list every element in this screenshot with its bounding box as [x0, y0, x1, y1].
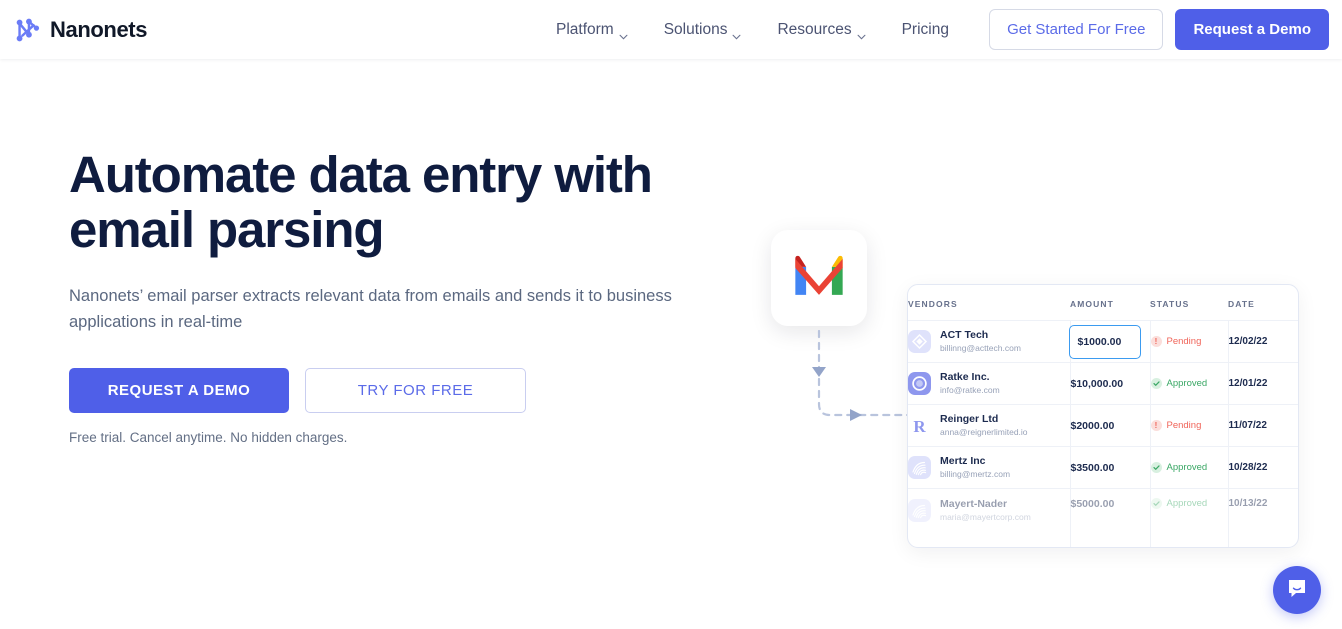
status-cell: ! Pending [1150, 320, 1229, 363]
nav-item-label: Resources [777, 20, 852, 38]
amount-active-field[interactable]: $1000.00 [1068, 324, 1141, 359]
vendor-email: anna@reignerlimited.io [940, 427, 1028, 437]
hero-section: Automate data entry with email parsing N… [0, 59, 1342, 629]
vendor-cell: ACT Tech billinng@acttech.com [908, 320, 1071, 363]
table-row[interactable]: R Reinger Ltd anna@reignerlimited.io $20… [908, 404, 1298, 447]
request-demo-button[interactable]: REQUEST A DEMO [69, 368, 289, 413]
column-header-date: DATE [1228, 299, 1255, 309]
status-label: Approved [1166, 462, 1208, 473]
vendors-table-card: VENDORS AMOUNT STATUS DATE ACT Tech bill… [907, 284, 1299, 548]
check-icon [1150, 498, 1162, 509]
intercom-chat-bubble-icon [1285, 576, 1309, 605]
site-header: Nanonets Platform Solutions Resources Pr… [0, 0, 1342, 59]
date-cell: 12/02/22 [1228, 320, 1298, 363]
amount-cell[interactable]: $10,000.00 [1070, 362, 1151, 405]
column-header-amount: AMOUNT [1070, 299, 1114, 309]
vendor-cell: Ratke Inc. info@ratke.com [908, 362, 1071, 405]
amount-value: $1000.00 [1077, 335, 1122, 348]
status-label: Approved [1166, 378, 1208, 389]
header-actions: Get Started For Free Request a Demo [989, 9, 1329, 50]
request-demo-header-button[interactable]: Request a Demo [1175, 9, 1329, 50]
nav-item-label: Platform [556, 20, 614, 38]
chevron-down-icon [732, 27, 741, 40]
nanonets-network-logo-icon [13, 15, 43, 45]
status-label: Pending [1166, 336, 1202, 347]
try-for-free-button[interactable]: TRY FOR FREE [305, 368, 526, 413]
mayert-fingerprint-avatar-icon [908, 499, 931, 522]
reinger-letter-r-avatar-icon: R [908, 414, 931, 437]
gmail-icon [791, 254, 847, 302]
vendor-email: maria@mayertcorp.com [940, 512, 1031, 522]
table-row[interactable]: Mertz Inc billing@mertz.com $3500.00 App… [908, 446, 1298, 489]
table-row[interactable]: Ratke Inc. info@ratke.com $10,000.00 App… [908, 362, 1298, 405]
ratke-ring-avatar-icon [908, 372, 931, 395]
mertz-fingerprint-avatar-icon [908, 456, 931, 479]
page-title: Automate data entry with email parsing [69, 147, 729, 257]
date-cell: 11/07/22 [1228, 404, 1298, 447]
alert-icon: ! [1150, 336, 1162, 347]
vendor-name: ACT Tech [940, 329, 989, 341]
vendor-name: Mayert-Nader [940, 498, 1008, 510]
vendor-email: billing@mertz.com [940, 469, 1011, 479]
hero-copy: Automate data entry with email parsing N… [69, 147, 729, 445]
status-cell: ! Pending [1150, 404, 1229, 447]
date-cell: 12/01/22 [1228, 362, 1298, 405]
chat-widget-button[interactable] [1273, 566, 1321, 614]
get-started-button[interactable]: Get Started For Free [989, 9, 1164, 50]
table-row[interactable]: Mayert-Nader maria@mayertcorp.com $5000.… [908, 488, 1298, 547]
primary-nav: Platform Solutions Resources Pricing [556, 20, 949, 40]
amount-cell[interactable]: $2000.00 [1070, 404, 1151, 447]
status-cell: Approved [1150, 488, 1229, 547]
amount-cell[interactable]: $3500.00 [1070, 446, 1151, 489]
vendors-table: VENDORS AMOUNT STATUS DATE ACT Tech bill… [908, 285, 1298, 547]
amount-cell[interactable]: $5000.00 [1070, 488, 1151, 547]
nav-item-platform[interactable]: Platform [556, 20, 628, 40]
vendor-cell: R Reinger Ltd anna@reignerlimited.io [908, 404, 1071, 447]
status-badge: Approved [1150, 378, 1228, 389]
chevron-down-icon [619, 27, 628, 40]
table-header-row: VENDORS AMOUNT STATUS DATE [908, 285, 1298, 321]
amount-cell[interactable]: $1000.00 [1068, 320, 1151, 363]
brand-logo[interactable]: Nanonets [13, 15, 147, 45]
status-label: Pending [1166, 420, 1202, 431]
vendor-email: info@ratke.com [940, 385, 1000, 395]
vendor-cell: Mertz Inc billing@mertz.com [908, 446, 1071, 489]
act-tech-diamond-avatar-icon [908, 330, 931, 353]
nav-item-pricing[interactable]: Pricing [902, 21, 949, 39]
hero-note: Free trial. Cancel anytime. No hidden ch… [69, 430, 348, 445]
hero-title-line-1: Automate data entry with [69, 146, 653, 203]
hero-title-line-2: email parsing [69, 201, 385, 258]
alert-icon: ! [1150, 420, 1162, 431]
date-cell: 10/13/22 [1228, 488, 1298, 547]
status-cell: Approved [1150, 446, 1229, 489]
brand-name: Nanonets [50, 16, 148, 42]
nav-item-label: Pricing [901, 20, 949, 38]
vendor-name: Reinger Ltd [940, 413, 999, 425]
vendor-name: Mertz Inc [940, 455, 986, 467]
column-header-vendors: VENDORS [908, 299, 958, 309]
nav-item-solutions[interactable]: Solutions [663, 20, 742, 40]
hero-subtitle: Nanonets’ email parser extracts relevant… [69, 287, 672, 331]
status-badge: Approved [1150, 462, 1228, 473]
vendor-name: Ratke Inc. [940, 371, 990, 383]
date-cell: 10/28/22 [1228, 446, 1298, 489]
table-row[interactable]: ACT Tech billinng@acttech.com $1000.00 !… [908, 320, 1298, 363]
status-label: Approved [1166, 498, 1208, 509]
vendor-email: billinng@acttech.com [940, 343, 1021, 353]
nav-item-resources[interactable]: Resources [777, 20, 866, 40]
status-badge: ! Pending [1150, 420, 1228, 431]
hero-illustration: VENDORS AMOUNT STATUS DATE ACT Tech bill… [750, 219, 1320, 569]
status-cell: Approved [1150, 362, 1229, 405]
check-icon [1150, 462, 1162, 473]
svg-text:R: R [913, 417, 926, 436]
nav-item-label: Solutions [663, 20, 728, 38]
chevron-down-icon [857, 27, 866, 40]
check-icon [1150, 378, 1162, 389]
hero-cta-group: REQUEST A DEMO TRY FOR FREE [69, 368, 729, 413]
vendor-cell: Mayert-Nader maria@mayertcorp.com [908, 488, 1071, 547]
status-badge: Approved [1150, 498, 1228, 509]
column-header-status: STATUS [1150, 299, 1190, 309]
gmail-card [771, 230, 867, 326]
status-badge: ! Pending [1150, 336, 1228, 347]
